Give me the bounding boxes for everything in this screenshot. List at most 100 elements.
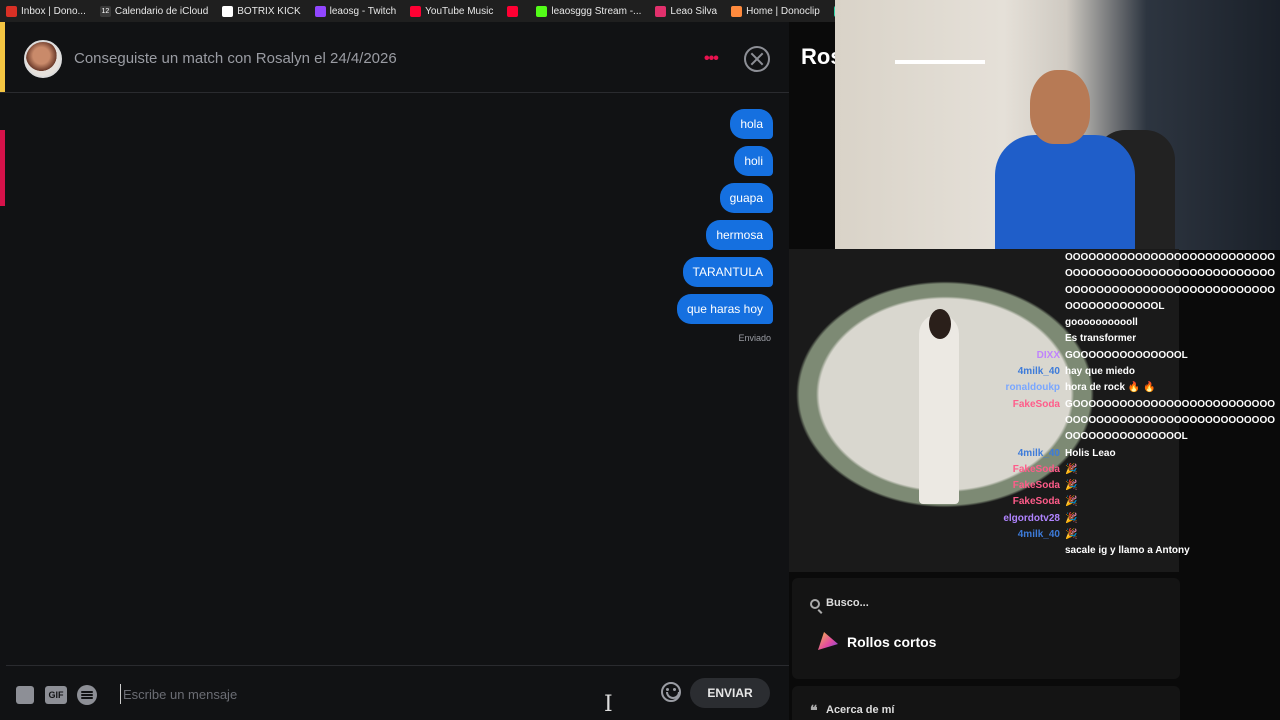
chat-username <box>949 315 1065 331</box>
about-panel: ❝ Acerca de mí <box>792 686 1180 720</box>
spotify-icon[interactable] <box>77 685 97 705</box>
search-icon <box>810 599 820 609</box>
bookmark-item[interactable]: 12 Calendario de iCloud <box>99 5 209 17</box>
chat-line: DIXX GOOOOOOOOOOOOOOL <box>949 348 1280 364</box>
chat-line: FakeSoda 🎉 <box>949 478 1280 494</box>
send-button[interactable]: ENVIAR <box>690 678 770 708</box>
message-input[interactable] <box>120 684 590 704</box>
streamer-head <box>1030 70 1090 144</box>
chat-line: FakeSoda GOOOOOOOOOOOOOOOOOOOOOOOOOOOOOOO… <box>949 397 1280 446</box>
bookmark-favicon-icon <box>655 5 667 17</box>
bookmark-label: Leao Silva <box>670 5 718 17</box>
looking-for-label: Busco... <box>826 597 869 609</box>
quote-icon: ❝ <box>810 703 818 719</box>
chat-message: OOOOOOOOOOOOOOOOOOOOOOOOOOOOOOOOOOOOOOOO… <box>1065 252 1276 312</box>
sent-status: Enviado <box>738 333 771 343</box>
bookmark-item[interactable]: leaosg - Twitch <box>314 5 397 17</box>
chat-username: elgordotv28 <box>1003 512 1060 524</box>
chat-line: FakeSoda 🎉 <box>949 462 1280 478</box>
bookmark-item[interactable]: Home | Donoclip <box>731 5 820 17</box>
bookmark-label: leaosggg Stream -... <box>551 5 642 17</box>
chat-message: GOOOOOOOOOOOOOOL <box>1065 349 1188 361</box>
chat-username <box>949 250 1065 315</box>
photo-subject-hair <box>929 309 951 339</box>
looking-for-panel: Busco... Rollos cortos <box>792 578 1180 679</box>
bookmark-favicon-icon <box>536 5 548 17</box>
chat-message: sacale ig y llamo a Antony <box>1065 545 1190 557</box>
chat-message: 🎉 <box>1065 512 1078 524</box>
stream-chat: OOOOOOOOOOOOOOOOOOOOOOOOOOOOOOOOOOOOOOOO… <box>949 250 1280 560</box>
chat-line: gooooooooooll <box>949 315 1280 331</box>
chat-username: 4milk_40 <box>1017 366 1060 378</box>
message-bubble[interactable]: hola <box>730 109 773 139</box>
message-bubble[interactable]: holi <box>734 146 773 176</box>
bookmark-favicon-icon: 12 <box>99 5 111 17</box>
bookmark-label: Home | Donoclip <box>746 5 820 17</box>
chat-username: 4milk_40 <box>1017 447 1060 459</box>
composer: GIF I ENVIAR <box>6 665 789 720</box>
chat-line: 4milk_40 🎉 <box>949 527 1280 543</box>
chat-line: 4milk_40 hay que miedo <box>949 364 1280 380</box>
chat-header: Conseguiste un match con Rosalyn el 24/4… <box>0 22 789 93</box>
bookmark-favicon-icon <box>314 5 326 17</box>
close-icon[interactable] <box>744 46 770 72</box>
bookmark-favicon-icon <box>410 5 422 17</box>
chat-message: GOOOOOOOOOOOOOOOOOOOOOOOOOOOOOOOOOOOOOOO… <box>1065 398 1276 443</box>
avatar[interactable] <box>24 40 62 78</box>
chat-message: 🎉 <box>1065 463 1078 475</box>
chat-panel: Conseguiste un match con Rosalyn el 24/4… <box>0 22 789 720</box>
bookmark-label: Calendario de iCloud <box>114 5 209 17</box>
chat-username <box>949 543 1065 559</box>
chat-message: hay que miedo <box>1065 366 1136 378</box>
gif-icon[interactable]: GIF <box>45 686 67 704</box>
chat-message: Holis Leao <box>1065 447 1116 459</box>
chat-username <box>949 331 1065 347</box>
chat-message: gooooooooooll <box>1065 317 1138 329</box>
text-cursor-icon: I <box>604 692 613 717</box>
chat-line: elgordotv28 🎉 <box>949 511 1280 527</box>
emoji-icon[interactable] <box>661 682 681 702</box>
message-bubble[interactable]: que haras hoy <box>676 294 773 324</box>
bookmark-favicon-icon <box>731 5 743 17</box>
bookmark-item[interactable]: BOTRIX KICK <box>222 5 301 17</box>
bookmark-favicon-icon <box>507 5 519 17</box>
bookmark-item[interactable]: Inbox | Dono... <box>6 5 86 17</box>
chat-line: OOOOOOOOOOOOOOOOOOOOOOOOOOOOOOOOOOOOOOOO… <box>949 250 1280 315</box>
bookmark-item[interactable]: leaosggg Stream -... <box>536 5 642 17</box>
about-label: Acerca de mí <box>826 704 895 716</box>
side-accent <box>0 130 5 206</box>
shelf <box>895 60 985 64</box>
chat-message: Es transformer <box>1065 333 1137 345</box>
bookmarks-bar: Inbox | Dono... 12 Calendario de iCloud BOT… <box>0 0 835 22</box>
more-options-icon[interactable]: ••• <box>704 50 719 68</box>
chat-username: ronaldoukp <box>1005 382 1060 394</box>
chat-line: FakeSoda 🎉 <box>949 494 1280 510</box>
bookmark-label: Inbox | Dono... <box>21 5 86 17</box>
message-bubble[interactable]: hermosa <box>706 220 773 250</box>
chat-username: 4milk_40 <box>1017 529 1060 541</box>
bookmark-item[interactable] <box>507 5 522 17</box>
chat-line: ronaldoukp hora de rock 🔥 🔥 <box>949 380 1280 396</box>
chat-message: hora de rock 🔥 🔥 <box>1065 382 1156 394</box>
chat-message: 🎉 <box>1065 529 1078 541</box>
message-bubble[interactable]: guapa <box>719 183 773 213</box>
match-text: Conseguiste un match con Rosalyn el 24/4… <box>74 50 397 67</box>
chat-username: FakeSoda <box>1012 398 1060 410</box>
chat-message: 🎉 <box>1065 480 1078 492</box>
bookmark-item[interactable]: YouTube Music <box>410 5 494 17</box>
bookmark-label: BOTRIX KICK <box>237 5 301 17</box>
bookmark-label: YouTube Music <box>425 5 494 17</box>
chat-line: 4milk_40 Holis Leao <box>949 446 1280 462</box>
user-card-icon[interactable] <box>16 686 34 704</box>
bookmark-label: leaosg - Twitch <box>329 5 397 17</box>
message-bubble[interactable]: TARANTULA <box>682 257 773 287</box>
bookmark-favicon-icon <box>6 5 17 17</box>
chat-message: 🎉 <box>1065 496 1078 508</box>
streamer-shirt <box>995 135 1135 250</box>
chat-line: Es transformer <box>949 331 1280 347</box>
looking-for-value: Rollos cortos <box>847 634 937 650</box>
bookmark-favicon-icon <box>222 5 234 17</box>
chat-username: DIXX <box>1036 349 1060 361</box>
streamer <box>985 70 1175 250</box>
bookmark-item[interactable]: Leao Silva <box>655 5 718 17</box>
